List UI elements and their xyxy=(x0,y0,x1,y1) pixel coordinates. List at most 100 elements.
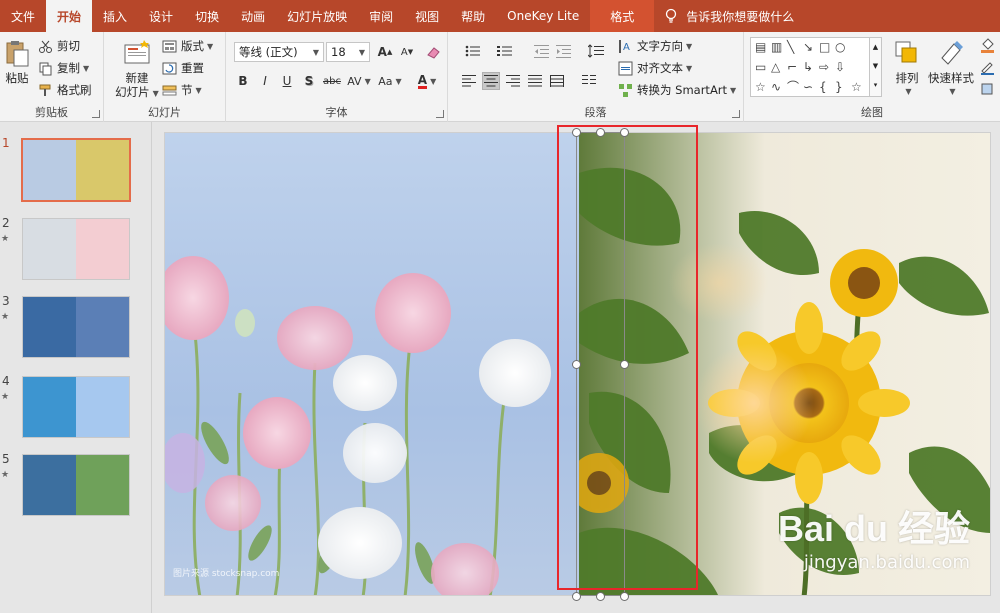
lightbulb-icon xyxy=(666,8,677,23)
format-painter-button[interactable]: 格式刷 xyxy=(38,82,92,98)
paste-button[interactable]: 粘贴 xyxy=(2,38,32,85)
paste-icon xyxy=(6,41,29,67)
tab-review[interactable]: 审阅 xyxy=(358,0,404,32)
chevron-down-icon: ▼ xyxy=(686,63,693,73)
slide-thumbnail-2[interactable] xyxy=(22,218,130,280)
bold-button[interactable]: B xyxy=(234,72,252,90)
shape-effects-button[interactable] xyxy=(980,82,999,97)
justify-button[interactable] xyxy=(526,72,544,90)
italic-button[interactable]: I xyxy=(256,72,274,90)
cut-button[interactable]: 剪切 xyxy=(38,38,80,54)
numbering-button[interactable] xyxy=(492,42,518,60)
align-right-button[interactable] xyxy=(504,72,522,90)
reset-button[interactable]: 重置 xyxy=(162,60,204,76)
chevron-down-icon: ▼ xyxy=(686,41,693,51)
copy-button[interactable]: 复制 ▼ xyxy=(38,60,89,76)
layout-button[interactable]: 版式 ▼ xyxy=(162,38,213,54)
text-box-icon[interactable]: ▤ xyxy=(755,40,766,54)
underline-button[interactable]: U xyxy=(278,72,296,90)
strikethrough-button[interactable]: abc xyxy=(320,72,344,90)
slide-number: 4 xyxy=(2,374,10,388)
text-direction-button[interactable]: A 文字方向 ▼ xyxy=(618,38,692,54)
grow-font-button[interactable]: A ▲ xyxy=(376,43,394,61)
tell-me-box[interactable]: 告诉我你想要做什么 xyxy=(664,0,794,32)
justify-icon xyxy=(528,75,542,87)
tab-file[interactable]: 文件 xyxy=(0,0,46,32)
triangle-icon[interactable]: △ xyxy=(771,60,780,74)
baidu-jingyan-watermark: Bai du 经验 jingyan.baidu.com xyxy=(778,500,970,573)
elbow-connector-icon[interactable]: ⌐ xyxy=(787,60,797,74)
right-brace-icon[interactable]: } xyxy=(835,80,843,94)
tab-insert[interactable]: 插入 xyxy=(92,0,138,32)
right-arrow-icon[interactable]: ⇨ xyxy=(819,60,829,74)
quick-styles-button[interactable]: 快速样式 ▼ xyxy=(926,38,976,99)
line-icon[interactable]: ╲ xyxy=(787,40,794,54)
shapes-gallery-scroll[interactable]: ▲ ▼ ▾ xyxy=(870,37,882,97)
slide-thumbnail-5[interactable] xyxy=(22,454,130,516)
font-name-combo[interactable]: 等线 (正文) ▼ xyxy=(234,42,324,62)
tab-transitions[interactable]: 切换 xyxy=(184,0,230,32)
resize-handle-bottom-left[interactable] xyxy=(572,592,581,601)
bullets-button[interactable] xyxy=(460,42,486,60)
distributed-button[interactable] xyxy=(548,72,566,90)
font-color-button[interactable]: A ▼ xyxy=(414,72,440,90)
oval-icon[interactable]: ○ xyxy=(835,40,845,54)
line-spacing-button[interactable] xyxy=(584,42,608,60)
shrink-font-button[interactable]: A ▼ xyxy=(398,43,416,61)
new-slide-button[interactable]: 新建 幻灯片 ▼ xyxy=(112,38,162,101)
vertical-text-box-icon[interactable]: ▥ xyxy=(771,40,782,54)
text-direction-icon: A xyxy=(619,39,630,53)
tab-design[interactable]: 设计 xyxy=(138,0,184,32)
tab-slideshow[interactable]: 幻灯片放映 xyxy=(276,0,358,32)
font-size-combo[interactable]: 18 ▼ xyxy=(326,42,370,62)
chevron-down-icon: ▼ xyxy=(730,85,737,95)
align-center-button[interactable] xyxy=(482,72,500,90)
clear-formatting-button[interactable] xyxy=(424,43,442,61)
align-left-button[interactable] xyxy=(460,72,478,90)
rounded-rectangle-icon[interactable]: ▭ xyxy=(755,60,766,74)
align-text-button[interactable]: 对齐文本 ▼ xyxy=(618,60,692,76)
left-brace-icon[interactable]: { xyxy=(819,80,827,94)
layout-icon xyxy=(162,40,177,52)
resize-handle-bottom-right[interactable] xyxy=(620,592,629,601)
dialog-launcher-icon[interactable] xyxy=(732,110,740,118)
tab-format[interactable]: 格式 xyxy=(590,0,655,32)
tab-help[interactable]: 帮助 xyxy=(450,0,496,32)
shapes-gallery[interactable]: ▤ ▥ ╲ ↘ □ ○ ▭ △ ⌐ ↳ ⇨ ⇩ ☆ ∿ ⌒ ∽ { } ☆ xyxy=(750,37,870,97)
slide-thumbnail-4[interactable] xyxy=(22,376,130,438)
change-case-button[interactable]: Aa ▼ xyxy=(376,72,404,90)
down-arrow-icon[interactable]: ⇩ xyxy=(835,60,845,74)
new-slide-icon xyxy=(124,40,150,64)
increase-indent-button[interactable] xyxy=(554,42,572,60)
slide-thumbnail-1[interactable] xyxy=(21,138,131,202)
rectangle-icon[interactable]: □ xyxy=(819,40,830,54)
curve-icon[interactable]: ∿ xyxy=(771,80,781,94)
character-spacing-button[interactable]: AV ▼ xyxy=(346,72,372,90)
dialog-launcher-icon[interactable] xyxy=(92,110,100,118)
decrease-indent-button[interactable] xyxy=(532,42,550,60)
copy-icon xyxy=(39,62,52,75)
star-shape-icon[interactable]: ☆ xyxy=(755,80,766,94)
arc-icon[interactable]: ⌒ xyxy=(787,80,799,94)
freeform-icon[interactable]: ∽ xyxy=(803,80,813,94)
reset-label: 重置 xyxy=(181,61,204,75)
convert-smartart-button[interactable]: 转换为 SmartArt ▼ xyxy=(618,82,736,98)
tab-animations[interactable]: 动画 xyxy=(230,0,276,32)
arrow-line-icon[interactable]: ↘ xyxy=(803,40,813,54)
slide-thumbnail-3[interactable] xyxy=(22,296,130,358)
tab-home[interactable]: 开始 xyxy=(46,0,93,32)
elbow-arrow-icon[interactable]: ↳ xyxy=(803,60,813,74)
shape-outline-button[interactable] xyxy=(980,60,999,75)
tab-onekey-lite[interactable]: OneKey Lite xyxy=(496,0,590,32)
tab-view[interactable]: 视图 xyxy=(404,0,450,32)
text-shadow-button[interactable]: S xyxy=(300,72,318,90)
section-button[interactable]: 节 ▼ xyxy=(162,82,202,98)
arrange-button[interactable]: 排列 ▼ xyxy=(890,38,924,99)
flowers-photo-left[interactable] xyxy=(165,133,579,596)
star-shape-icon[interactable]: ☆ xyxy=(851,80,862,94)
dialog-launcher-icon[interactable] xyxy=(436,110,444,118)
columns-button[interactable] xyxy=(576,72,602,90)
annotation-highlight-box xyxy=(557,125,698,590)
resize-handle-bottom[interactable] xyxy=(596,592,605,601)
shape-fill-button[interactable] xyxy=(980,38,999,53)
